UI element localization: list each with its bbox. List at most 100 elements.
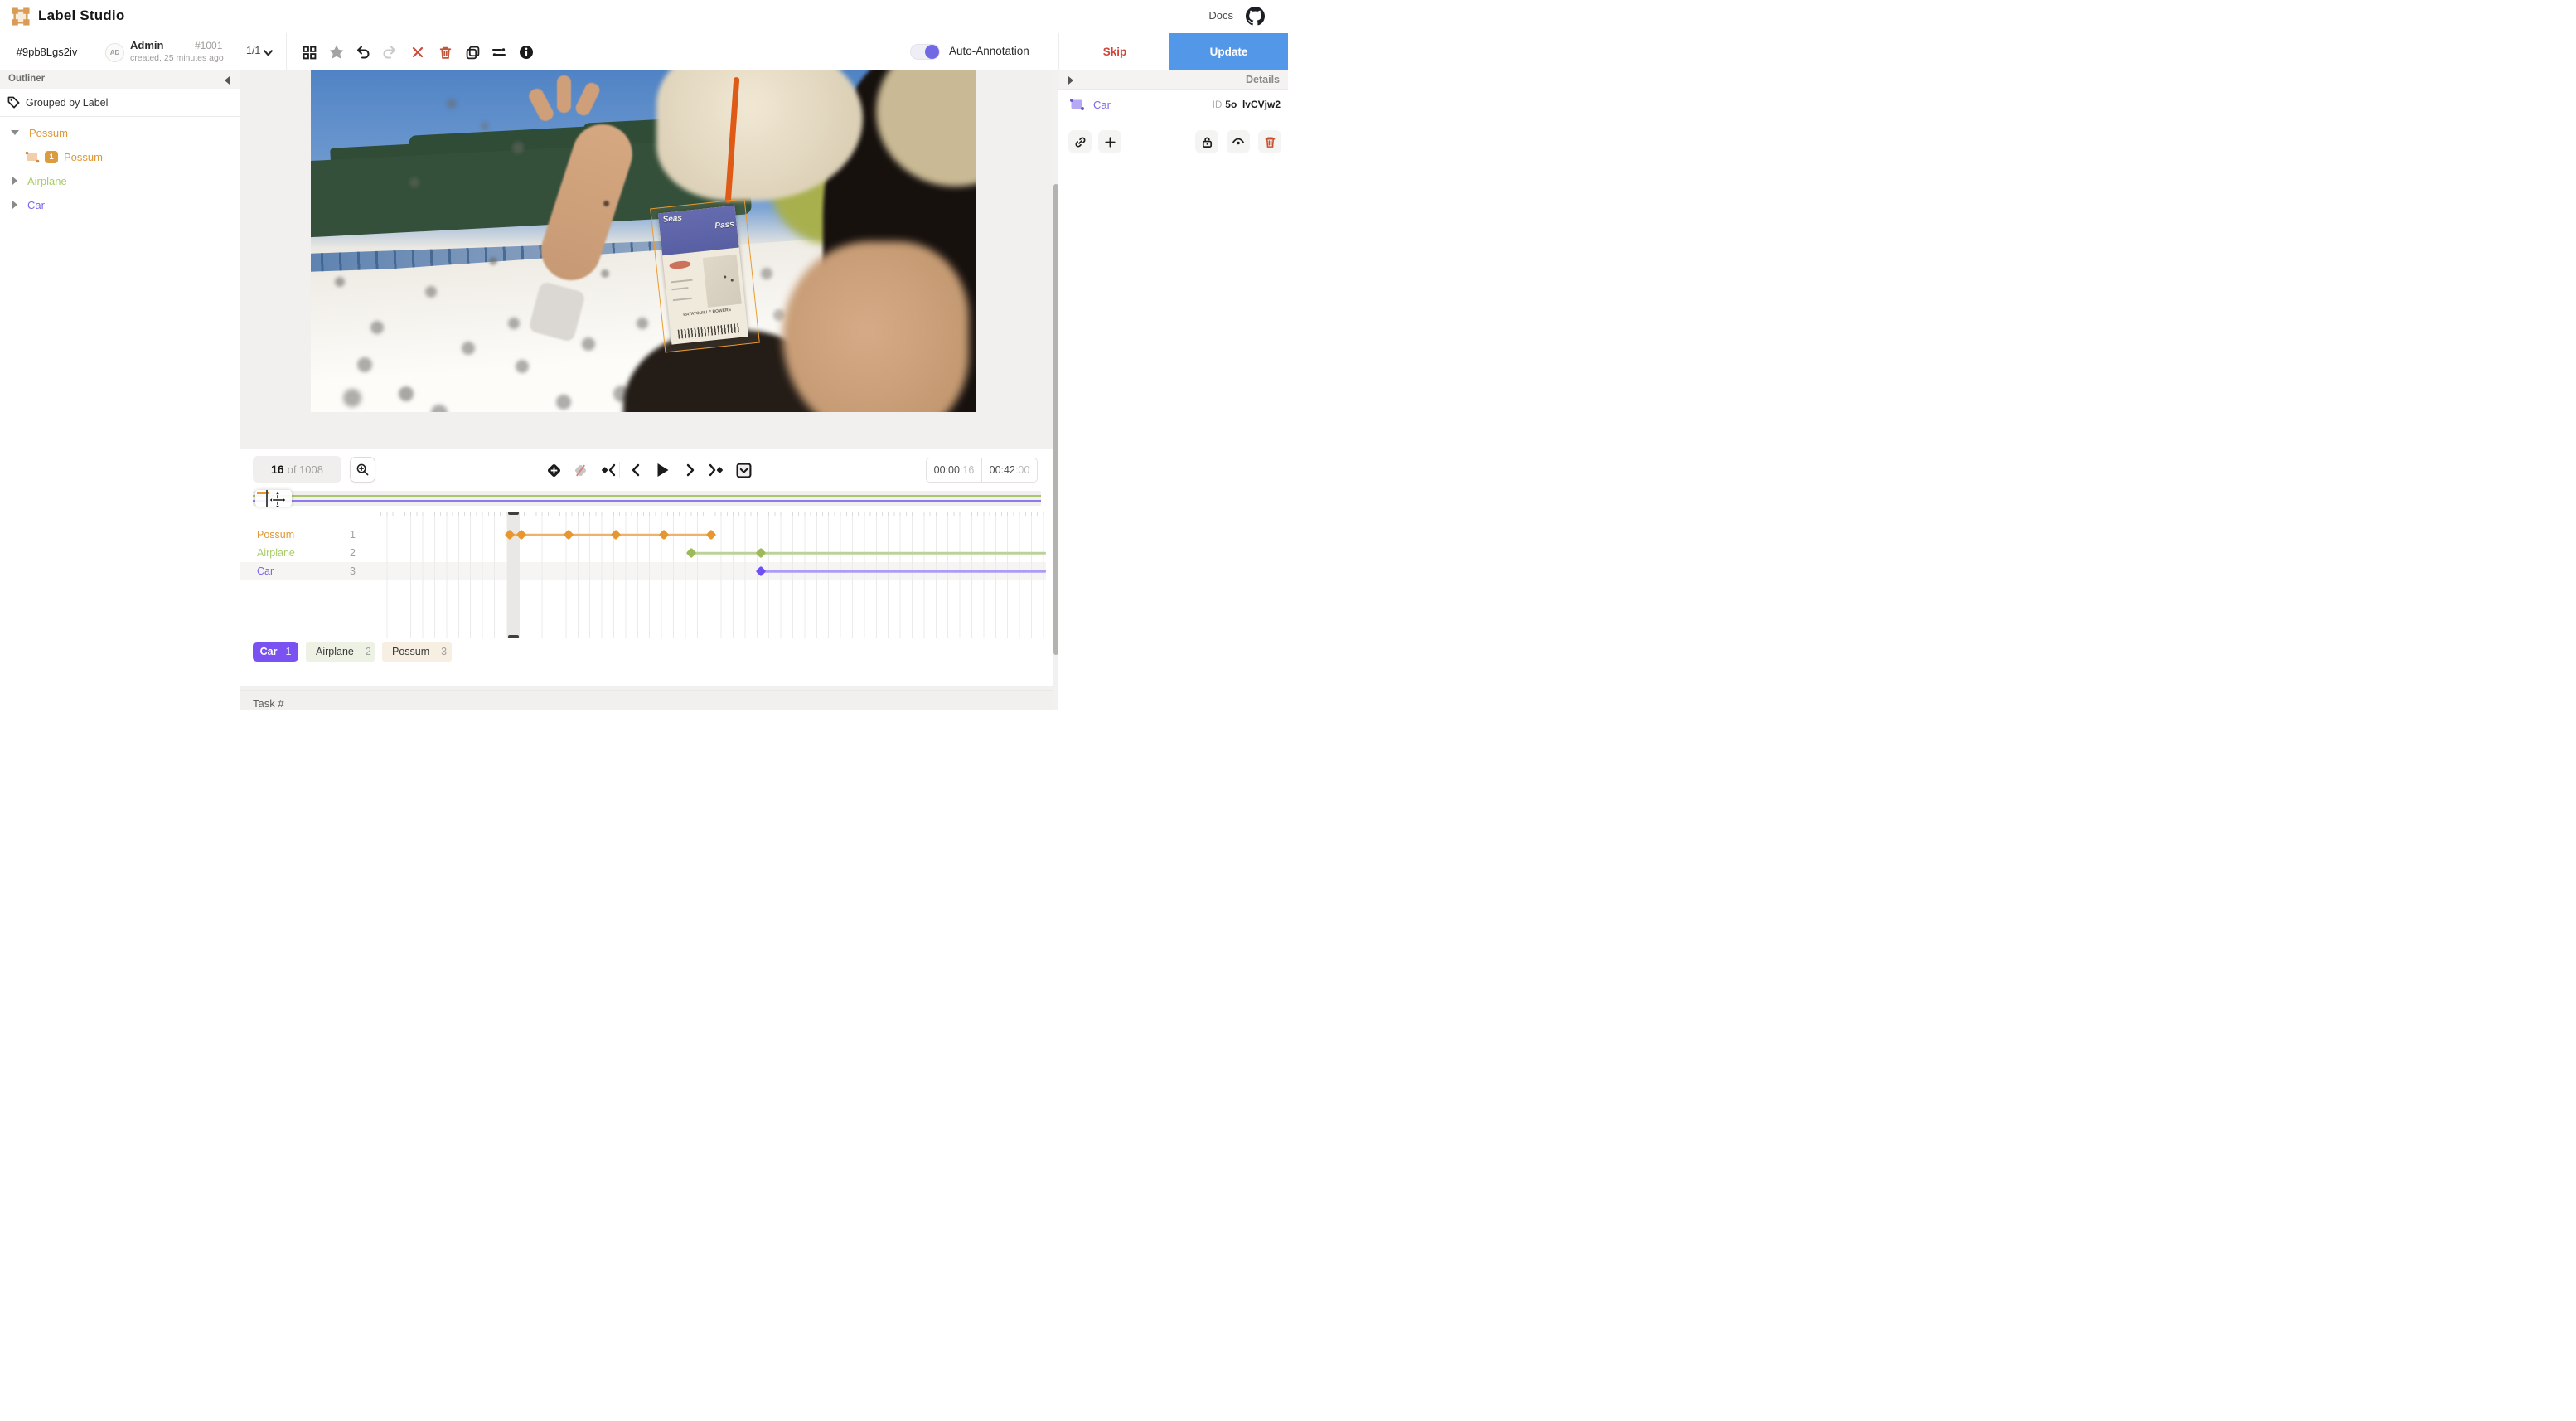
time-display: 00:00:16 00:42:00 <box>926 458 1038 483</box>
video-finger <box>574 81 602 119</box>
views-grid-button[interactable] <box>301 44 317 61</box>
task-number-label: Task # <box>253 697 284 710</box>
star-button[interactable] <box>328 44 345 61</box>
region-rect-icon <box>1069 98 1085 111</box>
track-row-possum[interactable]: Possum 1 <box>240 526 372 543</box>
collapse-right-icon[interactable] <box>1068 76 1073 85</box>
created-timestamp: created, 25 minutes ago <box>130 53 224 63</box>
add-relation-button[interactable] <box>1098 130 1121 153</box>
divider <box>619 462 620 478</box>
app-title: Label Studio <box>38 7 124 24</box>
minimap-playhead[interactable] <box>266 490 268 507</box>
remove-keyframe-button-disabled <box>570 460 590 480</box>
details-title: Details <box>1246 74 1280 85</box>
toggle-knob <box>925 45 939 59</box>
duplicate-button[interactable] <box>464 44 481 61</box>
label-button-possum[interactable]: Possum3 <box>382 642 452 662</box>
scrollbar-thumb[interactable] <box>1053 184 1058 655</box>
total-time[interactable]: 00:42:00 <box>981 458 1037 482</box>
task-id[interactable]: #9pb8Lgs2iv <box>0 33 94 70</box>
mouse-cursor <box>269 491 287 509</box>
caret-right-icon[interactable] <box>12 201 17 209</box>
outliner-group-airplane[interactable]: Airplane <box>0 170 240 192</box>
delete-annotation-button[interactable] <box>437 44 453 61</box>
chevron-down-icon[interactable] <box>263 47 274 58</box>
outliner-group-possum[interactable]: Possum <box>0 122 240 143</box>
timeline-minimap[interactable] <box>253 491 1041 506</box>
label-button-car[interactable]: Car1 <box>253 642 298 662</box>
timeline-grid[interactable]: Possum 1 Airplane 2 Car 3 <box>240 512 1046 638</box>
docs-link[interactable]: Docs <box>1208 9 1233 22</box>
region-index-badge: 1 <box>45 151 58 163</box>
annotation-selector[interactable]: AD Admin #1001 created, 25 minutes ago 1… <box>94 33 286 70</box>
selected-region-row[interactable]: Car ID 5o_lvCVjw2 <box>1058 95 1288 114</box>
info-button[interactable] <box>518 44 535 61</box>
collapse-left-icon[interactable] <box>225 76 230 85</box>
skip-button[interactable]: Skip <box>1058 33 1170 70</box>
hide-region-button[interactable] <box>1227 130 1250 153</box>
frame-ticks <box>375 512 1046 516</box>
github-icon[interactable] <box>1246 7 1265 26</box>
track-row-car[interactable]: Car 3 <box>240 563 372 580</box>
video-blur-spots <box>311 70 319 79</box>
grouping-label: Grouped by Label <box>26 97 108 109</box>
next-frame-button[interactable] <box>680 460 700 480</box>
outliner-header: Outliner <box>0 70 240 90</box>
prev-keyframe-button[interactable] <box>598 460 618 480</box>
lock-region-button[interactable] <box>1195 130 1218 153</box>
keyframe-span <box>691 552 1046 555</box>
annotation-id: #1001 <box>195 40 222 51</box>
auto-annotation-label: Auto-Annotation <box>949 45 1029 57</box>
play-button[interactable] <box>652 460 672 480</box>
app-header: Label Studio Docs <box>0 0 1288 34</box>
auto-annotation-toggle[interactable] <box>910 44 940 60</box>
caret-down-icon[interactable] <box>11 130 19 135</box>
minimap-car-span <box>253 500 1041 502</box>
outliner-group-car[interactable]: Car <box>0 194 240 216</box>
total-frames: of 1008 <box>288 463 323 476</box>
label-studio-logo-icon <box>12 7 30 26</box>
divider <box>240 690 1058 691</box>
link-region-button[interactable] <box>1068 130 1092 153</box>
details-header: Details <box>1058 70 1288 90</box>
update-button[interactable]: Update <box>1169 33 1288 70</box>
prev-frame-button[interactable] <box>626 460 646 480</box>
outliner-region-possum[interactable]: 1 Possum <box>0 146 240 167</box>
collapse-timeline-button[interactable] <box>734 460 753 480</box>
frame-counter[interactable]: 16 of 1008 <box>253 456 341 483</box>
video-foreground-hand <box>782 241 969 412</box>
video-finger <box>557 75 572 113</box>
label-button-airplane[interactable]: Airplane2 <box>306 642 375 662</box>
region-label: Possum <box>64 151 103 163</box>
zoom-in-button[interactable] <box>350 457 375 483</box>
region-id-prefix: ID <box>1213 100 1223 110</box>
user-name: Admin <box>130 39 163 51</box>
group-label: Airplane <box>27 175 67 187</box>
minimap-airplane-span <box>253 495 1041 497</box>
next-keyframe-button[interactable] <box>706 460 726 480</box>
redo-button[interactable] <box>381 44 398 61</box>
caret-right-icon[interactable] <box>12 177 17 185</box>
grouping-selector[interactable]: Grouped by Label <box>0 89 240 117</box>
annotation-toolbar: #9pb8Lgs2iv AD Admin #1001 created, 25 m… <box>0 33 1288 71</box>
transfer-button[interactable] <box>491 44 507 61</box>
region-name: Car <box>1093 99 1111 111</box>
reject-button[interactable] <box>409 44 426 61</box>
timeline-panel: 16 of 1008 00:00:16 <box>240 449 1053 686</box>
group-label: Car <box>27 199 45 211</box>
divider <box>286 33 287 70</box>
current-time[interactable]: 00:00:16 <box>927 458 981 482</box>
group-label: Possum <box>29 127 68 139</box>
region-rect-icon <box>25 151 40 163</box>
details-panel: Details Car ID 5o_lvCVjw2 <box>1058 70 1288 710</box>
current-frame: 16 <box>271 463 284 476</box>
video-canvas[interactable]: Seas Pass RATATOUILLE BOWERS <box>311 70 976 412</box>
track-row-airplane[interactable]: Airplane 2 <box>240 545 372 561</box>
delete-region-button[interactable] <box>1258 130 1281 153</box>
outliner-title: Outliner <box>8 74 45 84</box>
playhead-handle[interactable] <box>508 512 519 515</box>
region-bounding-box[interactable]: Seas Pass RATATOUILLE BOWERS <box>650 198 760 352</box>
playhead-handle[interactable] <box>508 635 519 638</box>
add-keyframe-button[interactable] <box>544 460 564 480</box>
undo-button[interactable] <box>355 44 371 61</box>
